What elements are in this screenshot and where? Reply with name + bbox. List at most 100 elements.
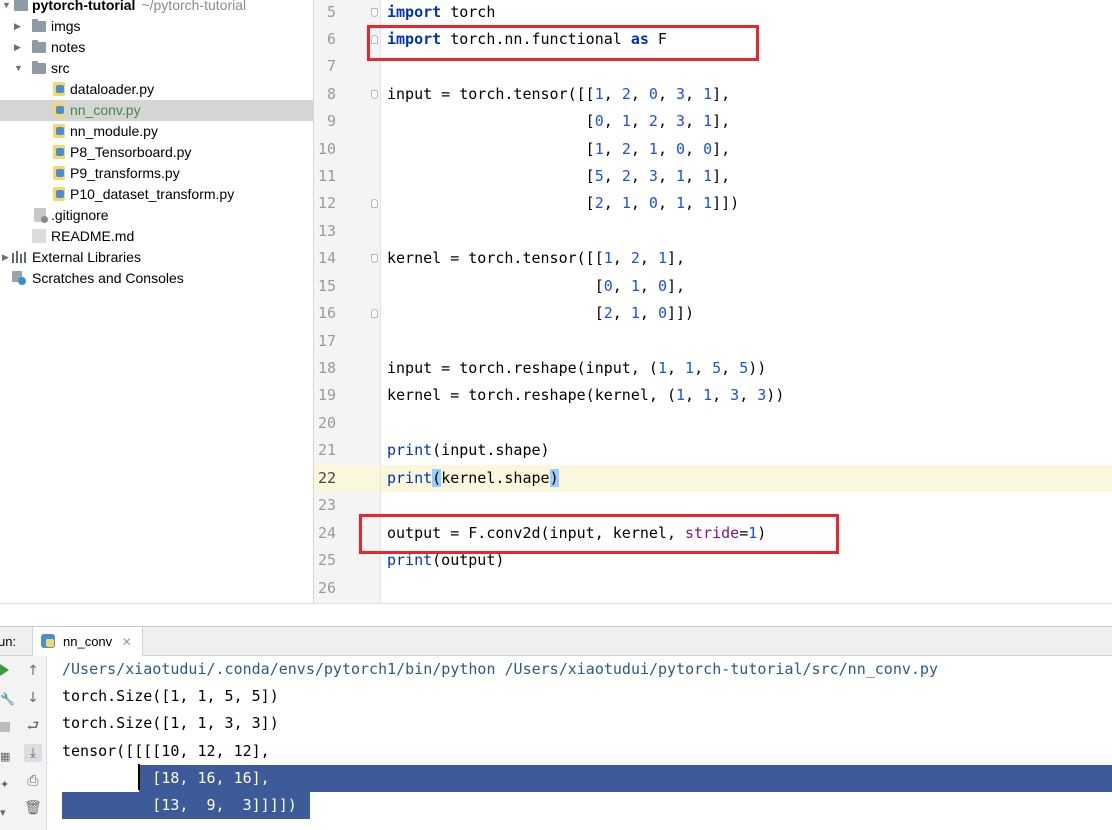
line-number: 24 [317, 524, 336, 542]
line-number: 19 [317, 386, 336, 404]
tree-item-p10-dataset-transform[interactable]: P10_dataset_transform.py [0, 184, 313, 205]
pin-icon[interactable]: ✦ [0, 778, 12, 791]
console-output[interactable]: /Users/xiaotudui/.conda/envs/pytorch1/bi… [47, 656, 1112, 830]
fold-marker-icon[interactable] [371, 199, 378, 208]
line-number: 14 [317, 249, 336, 267]
python-file-icon [53, 145, 65, 159]
code-line-10[interactable]: 10 [1, 2, 1, 0, 0], [318, 136, 1112, 163]
code-line-22[interactable]: 22 print(kernel.shape) [314, 465, 1112, 492]
chevron-down-icon[interactable]: ▼ [2, 0, 11, 16]
arrow-up-icon[interactable]: ↑ [24, 662, 42, 680]
code-line-18[interactable]: 18 input = torch.reshape(input, (1, 1, 5… [318, 355, 1112, 382]
chevron-right-icon[interactable]: ▶ [14, 16, 21, 37]
python-icon [41, 634, 55, 648]
tree-item-readme[interactable]: README.md [0, 226, 313, 247]
text-selection [139, 765, 1112, 792]
python-file-icon [53, 187, 65, 201]
python-file-icon [53, 103, 65, 117]
tree-item-label: nn_conv.py [70, 102, 141, 118]
line-number: 17 [317, 332, 336, 350]
line-number: 22 [314, 465, 380, 492]
tree-item-p8-tensorboard[interactable]: P8_Tensorboard.py [0, 142, 313, 163]
python-file-icon [53, 124, 65, 138]
fold-marker-icon[interactable] [371, 90, 378, 99]
code-line-16[interactable]: 16 [2, 1, 0]]) [318, 300, 1112, 327]
tree-item-nn-module[interactable]: nn_module.py [0, 121, 313, 142]
code-text: input = torch.reshape(input, (1, 1, 5, 5… [387, 359, 767, 377]
code-text: [5, 2, 3, 1, 1], [387, 167, 731, 185]
tree-item-label: nn_module.py [70, 123, 158, 139]
tree-root-name: pytorch-tutorial [32, 0, 136, 13]
tree-root[interactable]: ▼ pytorch-tutorial ~/pytorch-tutorial [0, 0, 313, 16]
console-line: /Users/xiaotudui/.conda/envs/pytorch1/bi… [62, 660, 938, 678]
tree-item-external-libraries[interactable]: ▶ External Libraries [0, 247, 313, 268]
code-line-13[interactable]: 13 [318, 218, 1112, 245]
code-line-12[interactable]: 12 [2, 1, 0, 1, 1]]) [318, 190, 1112, 217]
more-icon[interactable]: ▾ [0, 806, 12, 819]
tree-item-label: P8_Tensorboard.py [70, 144, 192, 160]
arrow-down-icon[interactable]: ↓ [24, 689, 42, 707]
chevron-right-icon[interactable]: ▶ [14, 37, 21, 58]
line-number: 18 [317, 359, 336, 377]
line-number: 21 [317, 441, 336, 459]
run-tab-nn-conv[interactable]: nn_conv ✕ [32, 627, 143, 656]
layout-icon[interactable]: ▦ [0, 750, 12, 763]
print-icon[interactable]: ⎙ [24, 772, 42, 790]
code-line-19[interactable]: 19 kernel = torch.reshape(kernel, (1, 1,… [318, 382, 1112, 409]
run-tab-bar: un: nn_conv ✕ [0, 626, 1112, 656]
folder-icon [32, 61, 46, 74]
tree-item-scratches[interactable]: Scratches and Consoles [0, 268, 313, 289]
tree-item-nn-conv[interactable]: nn_conv.py [0, 100, 313, 121]
tree-item-gitignore[interactable]: .gitignore [0, 205, 313, 226]
tree-item-label: P10_dataset_transform.py [70, 186, 235, 202]
code-line-5[interactable]: 5 import torch [327, 0, 1112, 26]
folder-icon [14, 0, 28, 11]
trash-icon[interactable]: 🗑 [24, 799, 42, 817]
code-line-14[interactable]: 14 kernel = torch.tensor([[1, 2, 1], [318, 245, 1112, 272]
line-number: 20 [317, 414, 336, 432]
code-line-9[interactable]: 9 [0, 1, 2, 3, 1], [327, 108, 1112, 135]
console-line: [13, 9, 3]]]]) [62, 796, 297, 814]
code-editor[interactable]: 5 import torch 6 import torch.nn.functio… [314, 0, 1112, 603]
watermark: CSDN @慢七28 [1003, 806, 1098, 821]
editor-bottom-strip [0, 603, 1112, 626]
markdown-file-icon [32, 229, 46, 243]
tree-item-label: README.md [51, 228, 135, 244]
tree-item-dataloader[interactable]: dataloader.py [0, 79, 313, 100]
code-line-26[interactable]: 26 [318, 575, 1112, 602]
line-number: 23 [317, 496, 336, 514]
fold-marker-icon[interactable] [371, 309, 378, 318]
console-line: torch.Size([1, 1, 3, 3]) [62, 714, 279, 732]
chevron-right-icon[interactable]: ▶ [2, 247, 9, 268]
code-line-17[interactable]: 17 [318, 328, 1112, 355]
line-number: 6 [326, 30, 336, 48]
soft-wrap-icon[interactable]: ⮐ [24, 717, 42, 735]
line-number: 10 [317, 140, 336, 158]
code-line-15[interactable]: 15 [0, 1, 0], [318, 273, 1112, 300]
stop-icon[interactable] [0, 722, 10, 732]
tree-item-p9-transforms[interactable]: P9_transforms.py [0, 163, 313, 184]
highlight-box-conv2d [359, 514, 839, 554]
wrench-icon[interactable]: 🔧 [0, 692, 15, 706]
tree-item-label: Scratches and Consoles [32, 270, 184, 286]
code-line-20[interactable]: 20 [318, 410, 1112, 437]
run-side-toolbar: 🔧 ▦ ✦ ▾ [0, 656, 21, 830]
python-file-icon [53, 82, 65, 96]
fold-marker-icon[interactable] [371, 8, 378, 17]
scroll-to-end-icon[interactable]: ⤓ [24, 744, 42, 762]
code-line-11[interactable]: 11 [5, 2, 3, 1, 1], [318, 163, 1112, 190]
fold-marker-icon[interactable] [371, 254, 378, 263]
tree-item-notes[interactable]: ▶ notes [0, 37, 313, 58]
folder-icon [32, 40, 46, 53]
tree-item-src[interactable]: ▼ src [0, 58, 313, 79]
console-line: tensor([[[[10, 12, 12], [62, 742, 270, 760]
chevron-down-icon[interactable]: ▼ [14, 58, 23, 79]
code-line-8[interactable]: 8 input = torch.tensor([[1, 2, 0, 3, 1], [327, 81, 1112, 108]
rerun-icon[interactable] [0, 664, 9, 676]
line-number: 25 [317, 551, 336, 569]
tree-item-label: P9_transforms.py [70, 165, 180, 181]
tree-item-label: .gitignore [51, 207, 109, 223]
tree-item-imgs[interactable]: ▶ imgs [0, 16, 313, 37]
close-icon[interactable]: ✕ [122, 635, 132, 649]
code-line-21[interactable]: 21 print(input.shape) [318, 437, 1112, 464]
